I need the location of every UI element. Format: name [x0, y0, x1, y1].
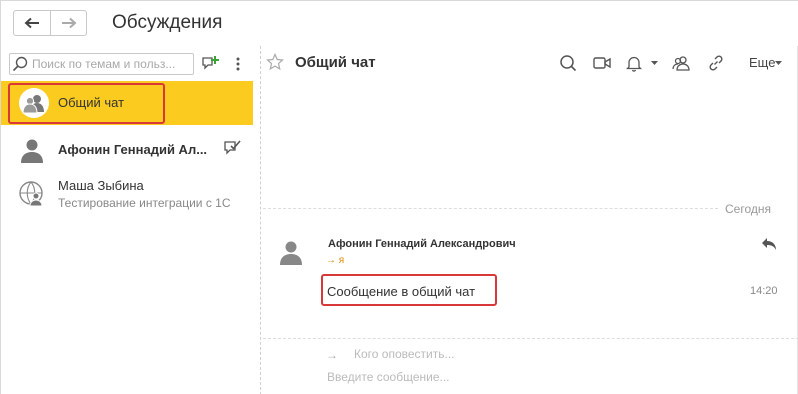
conversation-title: Маша Зыбина — [58, 178, 144, 193]
date-separator-line — [263, 208, 718, 209]
conversation-title: Афонин Геннадий Ал... — [58, 142, 208, 157]
add-discussion-icon — [202, 56, 219, 70]
read-status-icon — [224, 140, 241, 155]
video-camera-icon — [593, 57, 611, 69]
user-avatar-icon — [21, 139, 43, 163]
video-call-button[interactable] — [592, 53, 612, 73]
page-title: Обсуждения — [112, 12, 223, 33]
date-separator: Сегодня — [725, 202, 771, 216]
forward-button[interactable] — [50, 11, 86, 35]
sidebar-menu-button[interactable] — [228, 54, 248, 74]
notify-arrow: → — [326, 348, 338, 362]
search-field[interactable] — [9, 53, 194, 75]
more-menu-button[interactable]: Еще — [749, 55, 775, 70]
composer-separator — [263, 338, 798, 339]
more-vertical-icon — [236, 57, 240, 71]
notifications-button[interactable] — [624, 53, 644, 73]
user-avatar-icon — [280, 241, 302, 265]
participants-icon — [672, 56, 690, 71]
conversation-item-masha[interactable]: Маша Зыбина Тестирование интеграции с 1С — [1, 172, 253, 214]
copy-link-button[interactable] — [706, 53, 726, 73]
message-input[interactable]: Введите сообщение... — [327, 370, 450, 384]
link-icon — [709, 55, 723, 71]
chevron-down-icon[interactable] — [651, 61, 658, 65]
search-input[interactable] — [32, 57, 192, 71]
new-discussion-button[interactable] — [200, 54, 220, 74]
arrow-left-icon — [24, 17, 39, 29]
back-button[interactable] — [14, 11, 50, 35]
search-messages-button[interactable] — [558, 53, 578, 73]
chevron-down-icon — [775, 61, 782, 65]
message-time: 14:20 — [750, 285, 778, 297]
chat-title: Общий чат — [295, 54, 376, 71]
conversation-sidebar: Общий чат Афонин Геннадий Ал... Маша Зыб… — [1, 46, 253, 394]
conversation-item-afonin[interactable]: Афонин Геннадий Ал... — [1, 128, 253, 170]
bell-icon — [626, 56, 642, 72]
message-author[interactable]: Афонин Геннадий Александрович — [328, 238, 516, 250]
external-user-avatar-icon — [19, 181, 43, 206]
conversation-subtitle: Тестирование интеграции с 1С — [58, 196, 231, 210]
highlight-frame-message — [321, 274, 497, 306]
highlight-frame-general-chat — [8, 83, 165, 124]
navigation-buttons — [13, 10, 87, 36]
discussions-window: Обсуждения Общий чат Афонин Геннадий Ал.… — [0, 0, 798, 394]
notify-recipients-input[interactable]: Кого оповестить... — [354, 347, 455, 361]
participants-button[interactable] — [671, 53, 691, 73]
message-recipient: → я — [326, 255, 345, 266]
panel-divider — [260, 46, 261, 394]
arrow-right-icon — [61, 17, 76, 29]
search-icon — [12, 56, 28, 72]
search-icon — [560, 55, 577, 72]
favorite-star-icon[interactable] — [266, 53, 284, 71]
reply-icon[interactable] — [761, 237, 777, 251]
